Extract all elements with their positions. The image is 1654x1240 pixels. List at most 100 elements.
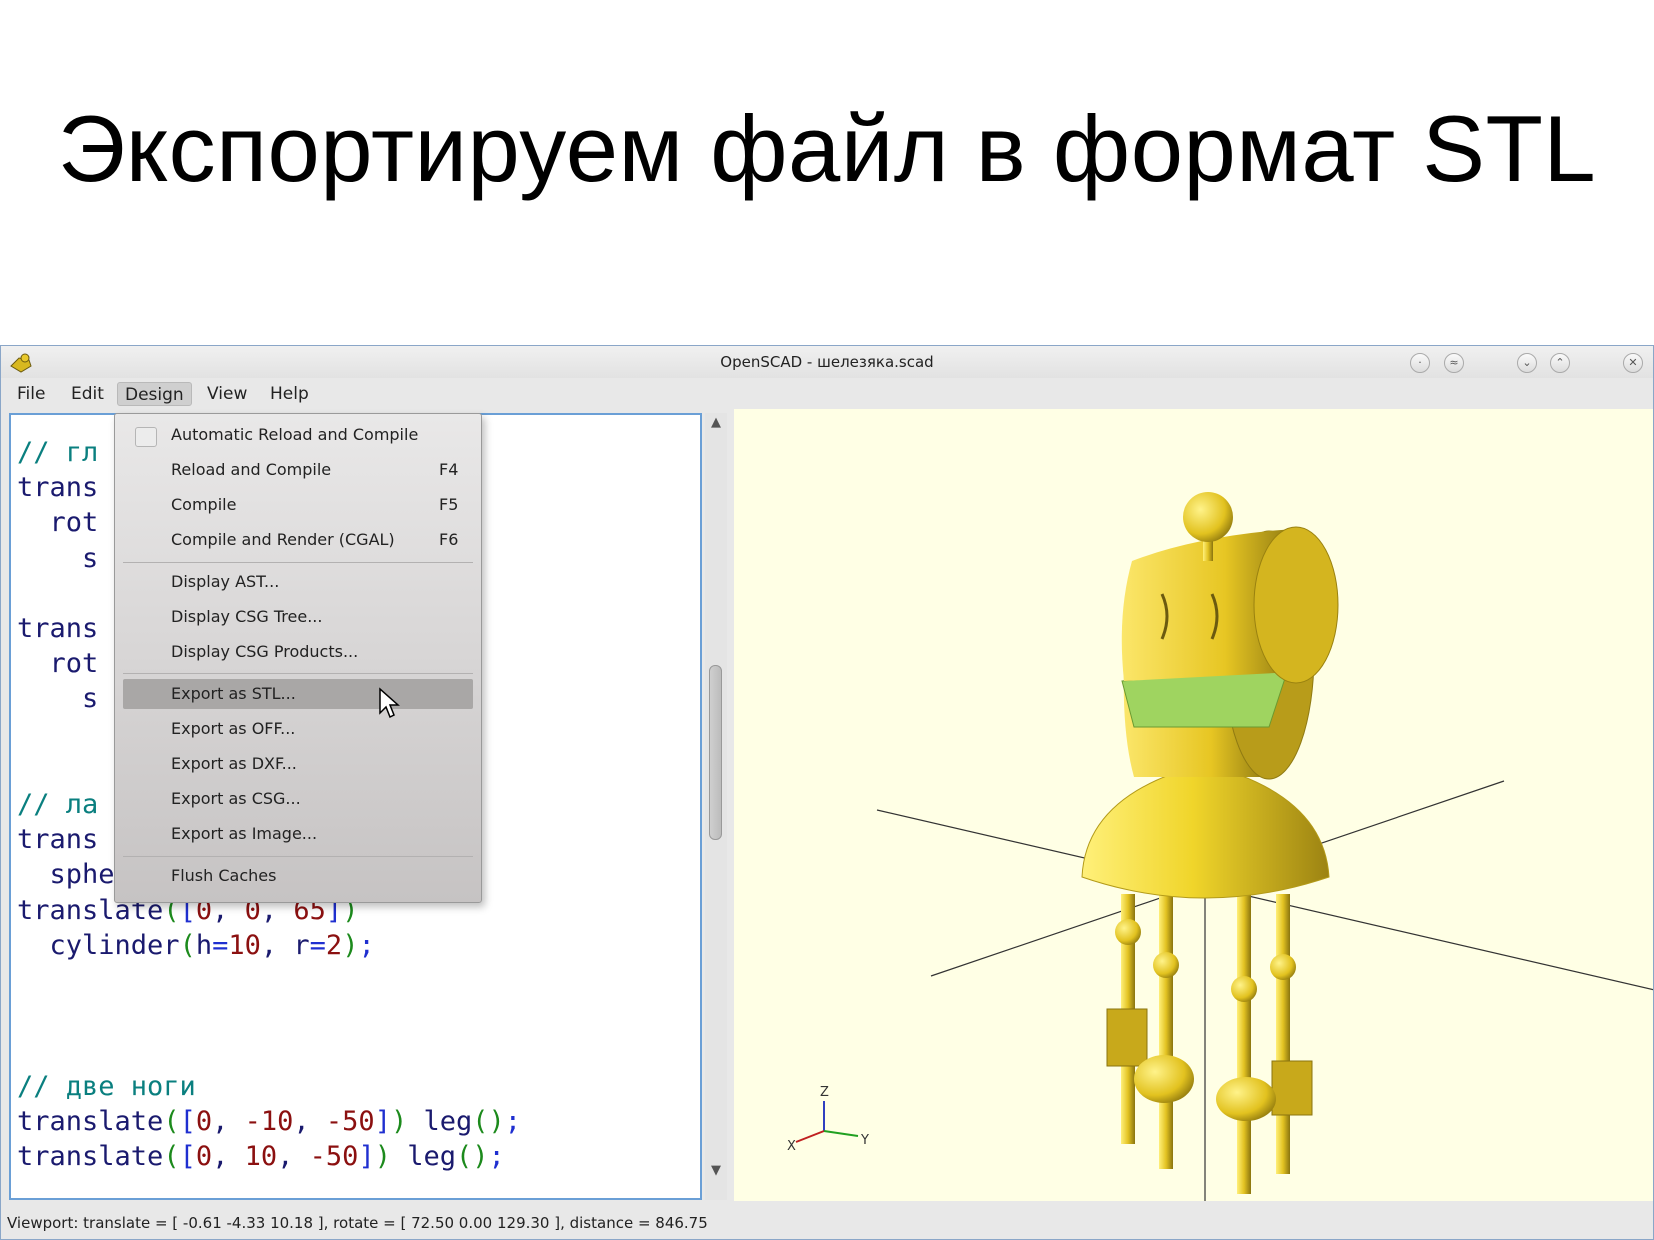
code-token: ] [358, 1141, 375, 1172]
3d-viewport[interactable]: Z X Y [734, 409, 1653, 1201]
checkbox-icon[interactable] [135, 427, 157, 447]
shortcut-label: F4 [439, 460, 459, 479]
code-line[interactable]: translate([0, -10, -50]) leg(); [17, 1106, 521, 1137]
help-icon[interactable]: · [1410, 353, 1430, 373]
code-line[interactable]: trans [17, 472, 98, 503]
code-token: ; [504, 1105, 522, 1137]
code-token: ) [390, 1105, 408, 1137]
menu-item-label: Compile and Render (CGAL) [171, 530, 395, 549]
editor-scrollbar[interactable]: ▲ ▼ [705, 413, 727, 1200]
code-token: , [293, 1105, 326, 1137]
menu-file[interactable]: File [10, 382, 52, 406]
code-line[interactable]: trans [17, 613, 98, 644]
code-line[interactable]: // две ноги [17, 1071, 196, 1102]
code-token: , [277, 1141, 310, 1172]
code-token: [ [179, 1141, 196, 1172]
code-token: // две ноги [17, 1070, 196, 1102]
code-token: leg [407, 1105, 473, 1137]
menu-item-export-csg[interactable]: Export as CSG... [123, 784, 473, 814]
code-token: 2 [325, 929, 343, 961]
menu-design[interactable]: Design [117, 382, 192, 406]
code-token: rot [17, 648, 99, 680]
menu-separator [123, 856, 473, 857]
menu-item-label: Display AST... [171, 572, 280, 591]
code-token: = [212, 929, 229, 961]
model-render: Z X Y [787, 492, 1653, 1201]
code-line[interactable]: trans [17, 824, 98, 855]
code-token: 10 [228, 929, 261, 961]
menu-item-display-csg-tree[interactable]: Display CSG Tree... [123, 602, 473, 632]
title-bar[interactable]: OpenSCAD - шелезяка.scad · ≈ ⌄ ⌃ ✕ [1, 346, 1653, 378]
menu-help[interactable]: Help [263, 382, 316, 406]
code-token: -50 [325, 1105, 375, 1137]
code-token: translate [17, 1141, 164, 1172]
menu-edit[interactable]: Edit [64, 382, 111, 406]
code-token: leg [390, 1141, 456, 1172]
menu-item-label: Reload and Compile [171, 460, 332, 479]
code-line[interactable]: rot [17, 648, 99, 680]
design-menu: Automatic Reload and Compile Reload and … [114, 413, 482, 903]
code-token: () [456, 1141, 489, 1172]
menu-separator [123, 562, 473, 563]
menu-item-reload-compile[interactable]: Reload and Compile F4 [123, 455, 473, 485]
code-token: r [293, 929, 310, 961]
scrollbar-thumb[interactable] [709, 665, 722, 840]
menu-item-export-dxf[interactable]: Export as DXF... [123, 749, 473, 779]
menu-item-flush-caches[interactable]: Flush Caches [123, 861, 473, 891]
menu-item-compile-render[interactable]: Compile and Render (CGAL) F6 [123, 525, 473, 555]
code-line[interactable]: // ла [17, 789, 98, 820]
code-token: cylinder [17, 929, 180, 961]
scroll-down-icon[interactable]: ▼ [708, 1163, 724, 1179]
code-token: [ [179, 1105, 196, 1137]
menu-item-display-ast[interactable]: Display AST... [123, 567, 473, 597]
code-line[interactable]: translate([0, 10, -50]) leg(); [17, 1141, 505, 1172]
code-token: 0 [195, 1141, 213, 1172]
menu-item-label: Display CSG Products... [171, 642, 359, 661]
code-token: () [472, 1105, 505, 1137]
menu-item-label: Export as DXF... [171, 754, 297, 773]
menu-item-label: Automatic Reload and Compile [171, 425, 419, 444]
code-token: // ла [17, 789, 99, 820]
menu-item-export-stl[interactable]: Export as STL... [123, 679, 473, 709]
code-token: trans [17, 613, 99, 644]
code-token: , [212, 1105, 245, 1137]
menu-item-display-csg-products[interactable]: Display CSG Products... [123, 637, 473, 667]
code-token: , [212, 1141, 245, 1172]
code-line[interactable]: s [17, 683, 98, 714]
code-token: trans [17, 472, 99, 504]
minimize-icon[interactable]: ⌄ [1517, 353, 1537, 373]
menu-item-label: Compile [171, 495, 237, 514]
menu-item-label: Export as STL... [171, 684, 296, 703]
menu-item-compile[interactable]: Compile F5 [123, 490, 473, 520]
code-token: ) [374, 1141, 391, 1172]
code-line[interactable]: s [17, 543, 98, 574]
code-line[interactable]: // гл [17, 437, 98, 468]
menu-item-export-image[interactable]: Export as Image... [123, 819, 473, 849]
code-token: ( [179, 929, 196, 961]
code-token: trans [17, 824, 99, 856]
axis-label-y: Y [860, 1133, 869, 1148]
menu-item-label: Flush Caches [171, 866, 277, 885]
menu-view[interactable]: View [200, 382, 254, 406]
code-token: ; [358, 929, 375, 961]
keep-above-icon[interactable]: ≈ [1444, 353, 1464, 373]
menu-item-label: Export as CSG... [171, 789, 301, 808]
code-token: // гл [17, 437, 99, 468]
code-token: = [309, 929, 326, 961]
code-token: ( [163, 1141, 180, 1172]
menu-item-export-off[interactable]: Export as OFF... [123, 714, 473, 744]
menu-separator [123, 673, 473, 674]
code-token: ] [374, 1105, 391, 1137]
code-line[interactable]: cylinder(h=10, r=2); [17, 930, 375, 961]
scroll-up-icon[interactable]: ▲ [708, 415, 724, 431]
code-token: rot [17, 507, 99, 539]
maximize-icon[interactable]: ⌃ [1550, 353, 1570, 373]
code-token: ( [163, 1105, 180, 1137]
code-line[interactable]: rot [17, 507, 99, 539]
menu-item-automatic-reload[interactable]: Automatic Reload and Compile [123, 420, 473, 450]
close-icon[interactable]: ✕ [1623, 353, 1643, 373]
code-token: ) [342, 929, 359, 961]
axis-gizmo: Z X Y [787, 1085, 869, 1154]
shortcut-label: F5 [439, 495, 459, 514]
code-token: ; [488, 1141, 505, 1172]
